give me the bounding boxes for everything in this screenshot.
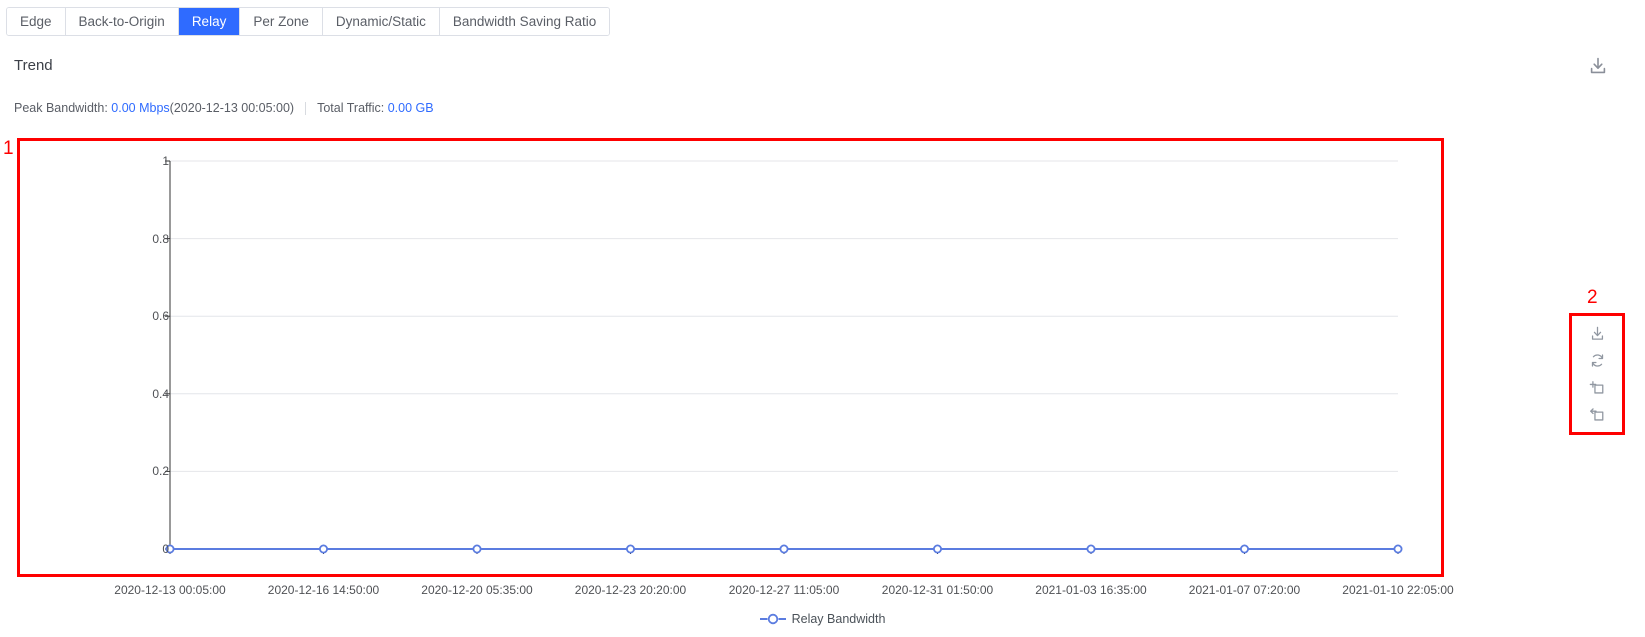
data-point[interactable] — [779, 544, 789, 554]
legend-item[interactable]: Relay Bandwidth — [759, 612, 886, 626]
x-axis-tick-label: 2021-01-07 07:20:00 — [1188, 583, 1301, 597]
x-axis-tick-label: 2021-01-03 16:35:00 — [1035, 583, 1147, 597]
tab-bandwidth-saving-ratio[interactable]: Bandwidth Saving Ratio — [439, 8, 610, 35]
y-axis-tick-label: 0 — [162, 542, 169, 556]
download-icon[interactable] — [1588, 56, 1608, 76]
x-axis-tick-label: 2020-12-20 05:35:00 — [421, 583, 533, 597]
summary-stats: Peak Bandwidth: 0.00 Mbps (2020-12-13 00… — [14, 101, 434, 115]
data-point[interactable] — [1240, 544, 1250, 554]
data-point[interactable] — [1393, 544, 1403, 554]
x-axis-tick-label: 2020-12-13 00:05:00 — [114, 583, 226, 597]
chart-canvas — [165, 160, 1403, 554]
annotation-label-1: 1 — [3, 138, 14, 159]
y-axis-tick-label: 0.2 — [152, 464, 169, 479]
y-axis-tick-label: 0.4 — [152, 386, 169, 401]
refresh-icon[interactable] — [1586, 347, 1608, 374]
chart-toolbox — [1582, 320, 1612, 428]
total-traffic-value: 0.00 GB — [387, 101, 434, 115]
trend-line-chart[interactable] — [17, 138, 1444, 577]
legend-label: Relay Bandwidth — [791, 612, 886, 626]
x-axis-tick-label: 2020-12-16 14:50:00 — [267, 583, 380, 597]
peak-bandwidth-value: 0.00 Mbps — [111, 101, 170, 115]
x-axis: 2020-12-13 00:05:00 2020-12-16 14:50:00 20… — [17, 583, 1453, 599]
divider — [305, 101, 307, 115]
data-point[interactable] — [1086, 544, 1096, 554]
peak-bandwidth-label: Peak Bandwidth: — [14, 101, 108, 115]
zoom-back-icon[interactable] — [1586, 401, 1608, 428]
y-axis-tick-label: 0.6 — [152, 309, 169, 324]
data-point[interactable] — [933, 544, 943, 554]
peak-bandwidth-time: (2020-12-13 00:05:00) — [169, 101, 295, 115]
y-axis: 0 0.2 0.4 0.6 0.8 1 — [17, 138, 177, 577]
tab-edge[interactable]: Edge — [7, 8, 66, 35]
x-axis-tick-label: 2020-12-31 01:50:00 — [881, 583, 994, 597]
x-axis-tick-label: 2020-12-23 20:20:00 — [574, 583, 687, 597]
tab-back-to-origin[interactable]: Back-to-Origin — [65, 8, 179, 35]
chart-legend: Relay Bandwidth — [0, 612, 1645, 626]
legend-marker-icon — [759, 613, 786, 625]
data-point[interactable] — [318, 544, 328, 554]
data-point[interactable] — [472, 544, 482, 554]
x-axis-tick-label: 2020-12-27 11:05:00 — [728, 583, 840, 597]
tab-relay[interactable]: Relay — [178, 8, 241, 35]
x-axis-tick-label: 2021-01-10 22:05:00 — [1342, 583, 1454, 597]
save-as-image-button[interactable] — [1586, 320, 1608, 347]
y-axis-tick-label: 1 — [162, 154, 169, 168]
data-point[interactable] — [626, 544, 636, 554]
total-traffic-label: Total Traffic: — [317, 101, 385, 115]
tab-dynamic-static[interactable]: Dynamic/Static — [322, 8, 440, 35]
zoom-box-icon[interactable] — [1586, 374, 1608, 401]
page-title: Trend — [14, 57, 53, 74]
y-axis-tick-label: 0.8 — [152, 231, 169, 246]
annotation-label-2: 2 — [1587, 287, 1598, 308]
metric-tab-strip: Edge Back-to-Origin Relay Per Zone Dynamic/S… — [6, 7, 611, 36]
tab-per-zone[interactable]: Per Zone — [240, 8, 323, 35]
